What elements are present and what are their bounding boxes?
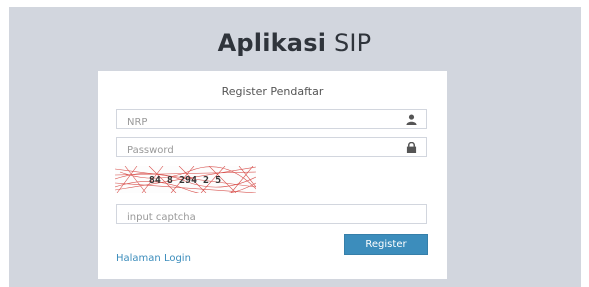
captcha-field [116,204,427,227]
captcha-text: 84 8 294 2 5 [149,175,221,186]
login-page-link[interactable]: Halaman Login [116,253,191,264]
password-field [116,137,427,160]
app-title-bold: Aplikasi [217,29,327,57]
register-box-message: Register Pendaftar [221,85,324,98]
captcha-input[interactable] [117,208,397,227]
register-box: Register Pendaftar NRP 84 8 294 2 5 inpu… [98,71,447,279]
app-title-light: SIP [333,29,372,57]
lock-icon [406,142,417,153]
password-input[interactable] [117,141,397,160]
captcha-graphic: 84 8 294 2 5 [115,166,256,193]
register-button[interactable]: Register [344,234,428,255]
nrp-field [116,109,427,132]
user-icon [406,114,417,125]
nrp-input[interactable] [117,113,397,132]
app-title: Aplikasi SIP [0,29,589,57]
captcha-image: 84 8 294 2 5 [115,166,256,193]
